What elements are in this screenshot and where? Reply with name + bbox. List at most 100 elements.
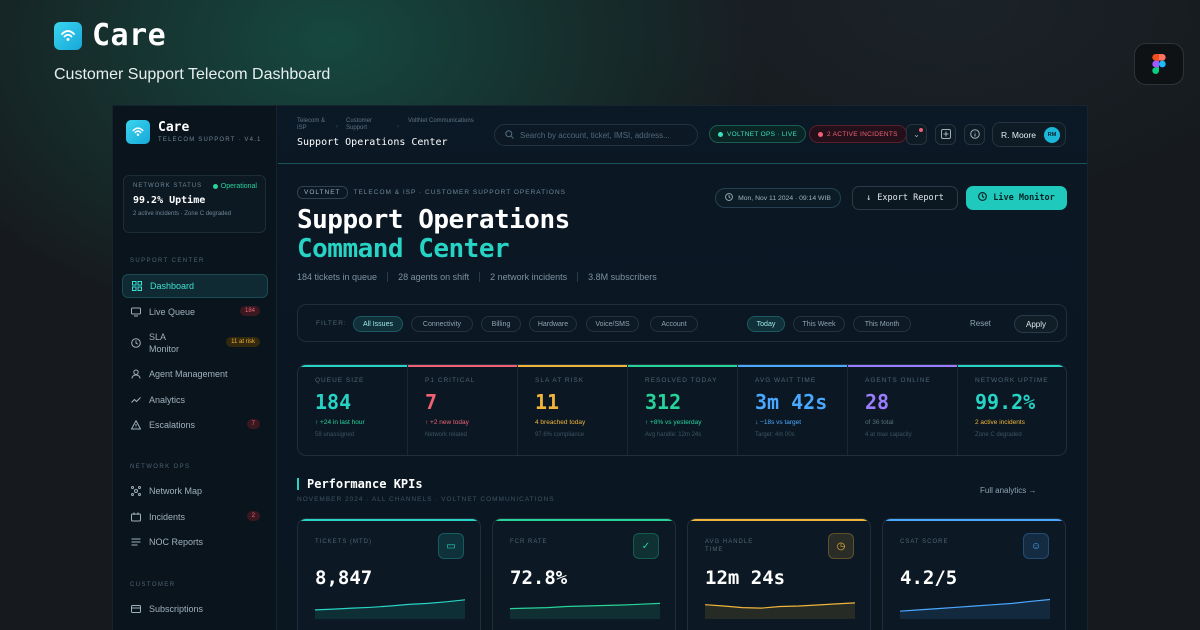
section-label-network-ops: NETWORK OPS <box>130 464 191 470</box>
add-button[interactable] <box>935 124 956 145</box>
kpi-value: 8,847 <box>315 567 373 589</box>
sidebar-item-subscriptions[interactable]: Subscriptions <box>122 597 268 621</box>
notifications-button[interactable]: ⌄ <box>906 124 927 145</box>
ticket-icon: ▭ <box>438 533 464 559</box>
sidebar-item-label: Dashboard <box>150 281 195 291</box>
stat-agents: 28 agents on shift <box>398 272 470 282</box>
incidents-badge: 2 <box>246 511 260 521</box>
date-display[interactable]: Mon, Nov 11 2024 · 09:14 WIB <box>715 188 841 208</box>
clock-icon <box>131 338 141 348</box>
sla-monitor-badge: 11 at risk <box>226 337 260 347</box>
metric-value: 3m 42s <box>755 390 828 414</box>
kpi-accent-bar <box>688 519 870 521</box>
metric-card[interactable]: SLA AT RISK 11 4 breached today 97.6% compl… <box>518 365 628 455</box>
breadcrumb-item[interactable]: Customer Support <box>346 118 390 132</box>
filter-chip-billing[interactable]: Billing <box>481 316 521 332</box>
reset-button[interactable]: Reset <box>970 319 991 328</box>
metric-note: Avg handle: 12m 24s <box>645 432 702 438</box>
grid-icon <box>132 281 142 291</box>
sidebar-item-network-map[interactable]: Network Map <box>122 479 268 503</box>
clock-icon <box>725 193 733 203</box>
metric-accent-bar <box>738 365 847 367</box>
brand-name: Care <box>92 18 167 53</box>
network-uptime: 99.2% Uptime <box>133 195 206 206</box>
sidebar-item-sla-monitor[interactable]: SLA Monitor 11 at risk <box>122 326 268 360</box>
trend-icon <box>131 395 141 405</box>
kpi-label: FCR RATE <box>510 539 548 545</box>
filter-label: FILTER: <box>316 320 347 327</box>
sidebar-item-dashboard[interactable]: Dashboard <box>122 274 268 298</box>
search-bar[interactable] <box>494 124 698 146</box>
kpi-value: 72.8% <box>510 567 568 589</box>
filter-chip-connectivity[interactable]: Connectivity <box>411 316 473 332</box>
plus-box-icon <box>940 128 951 141</box>
period-chip-this-week[interactable]: This Week <box>793 316 845 332</box>
metric-note: Network related <box>425 432 468 438</box>
kpi-accent-bar <box>883 519 1065 521</box>
metric-card[interactable]: AGENTS ONLINE 28 of 36 total 4 at max capac… <box>848 365 958 455</box>
filter-chip-voice-sms[interactable]: Voice/SMS <box>586 316 639 332</box>
main-content: Telecom & ISP › Customer Support › VoltN… <box>278 106 1087 630</box>
metric-card[interactable]: AVG WAIT TIME 3m 42s ↓ −18s vs target Targe… <box>738 365 848 455</box>
info-button[interactable] <box>964 124 985 145</box>
kpi-label: TICKETS (MTD) <box>315 539 372 545</box>
active-incidents-pill[interactable]: 2 ACTIVE INCIDENTS <box>809 125 907 143</box>
kpi-value: 12m 24s <box>705 567 786 589</box>
breadcrumb-separator: › <box>336 124 338 130</box>
hero-title-line1: Support Operations <box>297 205 570 235</box>
kpi-card[interactable]: CSAT SCORE ☺ 4.2/5 <box>882 518 1066 630</box>
brand-tagline: Customer Support Telecom Dashboard <box>54 66 331 83</box>
sidebar-item-analytics[interactable]: Analytics <box>122 388 268 412</box>
user-name: R. Moore <box>1001 129 1036 140</box>
breadcrumb-item[interactable]: Telecom & ISP <box>297 118 333 132</box>
sidebar-item-label: Network Map <box>149 486 203 496</box>
period-chip-this-month[interactable]: This Month <box>853 316 911 332</box>
metric-label: AGENTS ONLINE <box>865 377 931 384</box>
avatar: RM <box>1044 127 1060 143</box>
metric-card[interactable]: RESOLVED TODAY 312 ↑ +8% vs yesterday Avg h… <box>628 365 738 455</box>
metric-delta: of 36 total <box>865 419 894 426</box>
ops-live-pill: VOLTNET OPS · LIVE <box>709 125 807 143</box>
sidebar-item-agent-management[interactable]: Agent Management <box>122 362 268 386</box>
metric-accent-bar <box>298 365 407 367</box>
period-chip-today[interactable]: Today <box>747 316 785 332</box>
metric-label: SLA AT RISK <box>535 377 585 384</box>
metric-label: AVG WAIT TIME <box>755 377 817 384</box>
kpi-card[interactable]: AVG HANDLE TIME ◷ 12m 24s <box>687 518 871 630</box>
apply-button[interactable]: Apply <box>1014 315 1058 333</box>
export-report-button[interactable]: ↓ Export Report <box>852 186 958 210</box>
kpi-sparkline <box>315 599 465 619</box>
export-label: Export Report <box>877 193 944 203</box>
context-tag-text: TELECOM & ISP · CUSTOMER SUPPORT OPERATI… <box>353 189 567 196</box>
metric-card[interactable]: NETWORK UPTIME 99.2% 2 active incidents Zon… <box>958 365 1066 455</box>
filter-chip-hardware[interactable]: Hardware <box>529 316 577 332</box>
kpi-card[interactable]: FCR RATE ✓ 72.8% <box>492 518 676 630</box>
sidebar-item-noc-reports[interactable]: NOC Reports <box>122 530 268 554</box>
search-input[interactable] <box>520 130 690 140</box>
escalations-badge: 7 <box>246 419 260 429</box>
sidebar-item-incidents[interactable]: Incidents 2 <box>122 505 268 529</box>
sidebar-item-live-queue[interactable]: Live Queue 184 <box>122 300 268 324</box>
status-dot-icon <box>212 184 218 189</box>
network-status-indicator: Operational <box>212 183 257 190</box>
kpi-value: 4.2/5 <box>900 567 958 589</box>
monitor-icon <box>131 307 141 317</box>
sidebar-item-escalations[interactable]: Escalations 7 <box>122 413 268 437</box>
hero-stats: 184 tickets in queue 28 agents on shift … <box>297 272 657 282</box>
full-analytics-link[interactable]: Full analytics → <box>980 486 1036 495</box>
filter-chip-all-issues[interactable]: All Issues <box>353 316 403 332</box>
metric-label: QUEUE SIZE <box>315 377 365 384</box>
metric-card[interactable]: P1 CRITICAL 7 ↑ +2 new today Network relate… <box>408 365 518 455</box>
live-monitor-button[interactable]: Live Monitor <box>966 186 1067 210</box>
breadcrumb-item[interactable]: VoltNet Communications <box>408 118 478 125</box>
metric-delta: ↑ +2 new today <box>425 419 469 426</box>
figma-icon[interactable] <box>1134 43 1184 85</box>
filter-chip-account[interactable]: Account <box>650 316 698 332</box>
company-chip: VOLTNET <box>297 186 348 199</box>
kpi-card[interactable]: TICKETS (MTD) ▭ 8,847 <box>297 518 481 630</box>
user-menu[interactable]: R. Moore RM <box>992 122 1066 147</box>
card-icon <box>131 604 141 614</box>
metric-card[interactable]: QUEUE SIZE 184 ↑ +24 in last hour 58 unassi… <box>298 365 408 455</box>
metric-accent-bar <box>518 365 627 367</box>
stat-tickets: 184 tickets in queue <box>297 272 378 282</box>
